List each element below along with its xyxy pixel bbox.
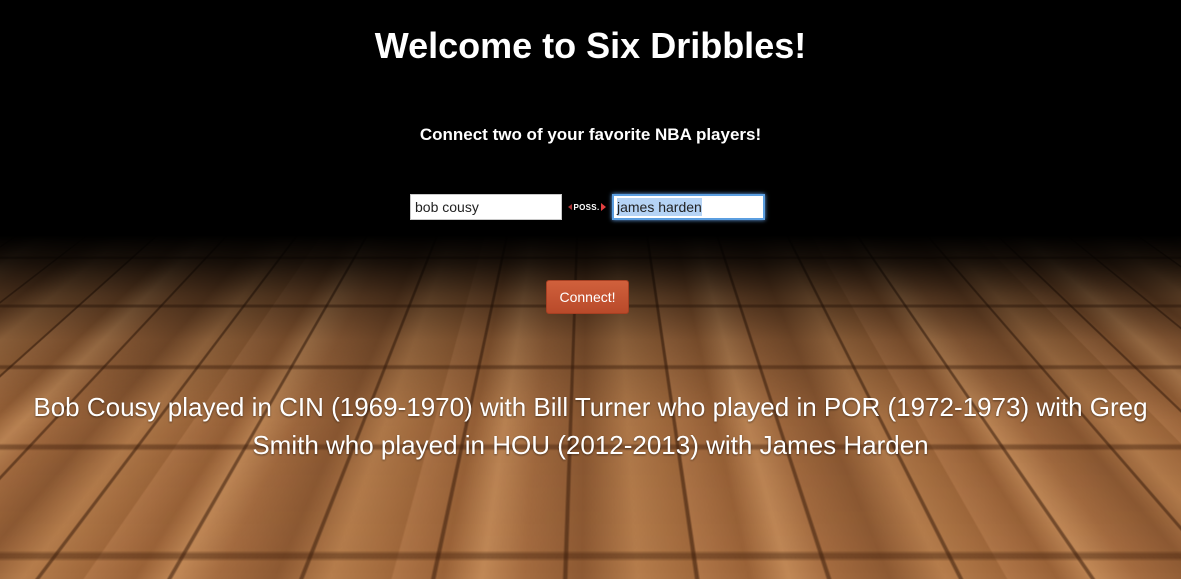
player-one-input[interactable] xyxy=(410,194,562,220)
possession-label: POSS. xyxy=(573,202,600,212)
connect-button[interactable]: Connect! xyxy=(546,280,629,314)
main-content: Welcome to Six Dribbles! Connect two of … xyxy=(0,0,1181,579)
page-title: Welcome to Six Dribbles! xyxy=(374,25,807,66)
arrow-right-icon xyxy=(601,203,607,211)
player-two-selected-text: james harden xyxy=(617,198,702,216)
connection-result: Bob Cousy played in CIN (1969-1970) with… xyxy=(33,392,1148,460)
player-connect-form: POSS. james harden xyxy=(410,194,765,220)
arrow-left-icon xyxy=(567,204,572,210)
possession-arrow-icon: POSS. xyxy=(562,194,612,220)
page-subtitle: Connect two of your favorite NBA players… xyxy=(419,125,762,144)
player-two-input[interactable]: james harden xyxy=(612,194,765,220)
